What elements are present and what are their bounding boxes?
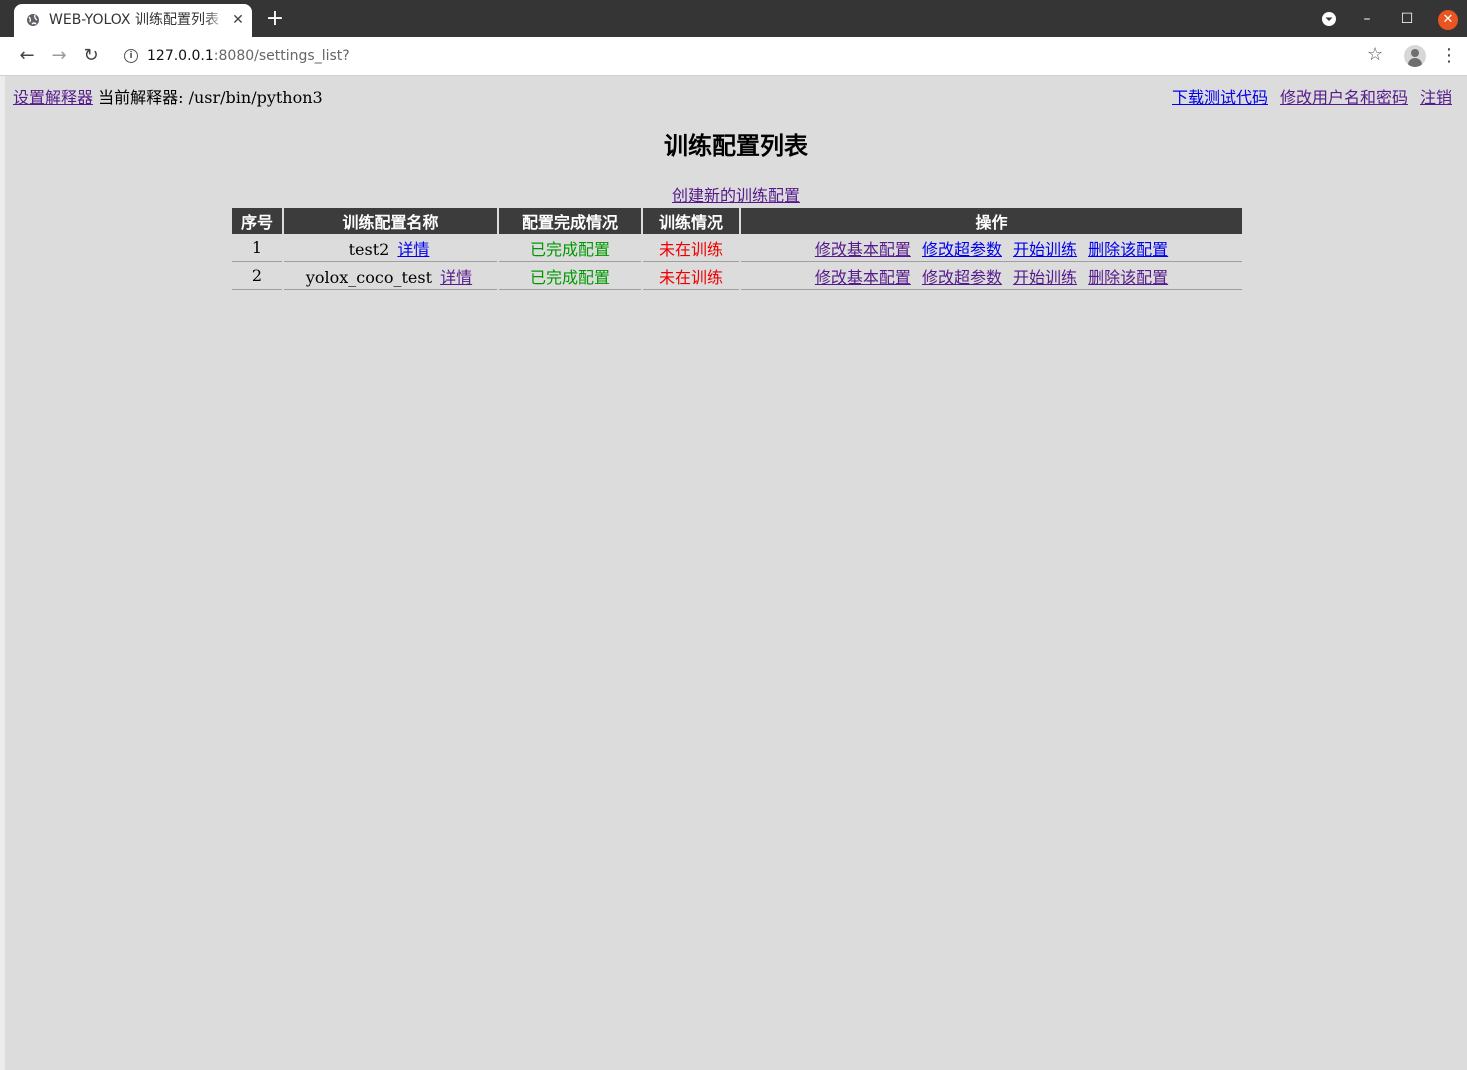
config-status: 已完成配置 bbox=[499, 262, 641, 290]
table-row: 2 yolox_coco_test 详情 已完成配置 未在训练 修改基本配置 修… bbox=[232, 262, 1242, 290]
tab-title-fade bbox=[204, 10, 228, 30]
edit-basic-config-link[interactable]: 修改基本配置 bbox=[815, 240, 911, 259]
close-window-icon[interactable]: ✕ bbox=[1435, 6, 1461, 32]
maximize-icon[interactable]: ☐ bbox=[1394, 6, 1420, 32]
account-links: 下载测试代码 修改用户名和密码 注销 bbox=[1160, 89, 1452, 107]
reload-icon[interactable]: ↻ bbox=[78, 43, 104, 69]
current-interpreter-text: 当前解释器: /usr/bin/python3 bbox=[98, 88, 323, 107]
header-config-status: 配置完成情况 bbox=[499, 208, 641, 234]
config-name-text: yolox_coco_test bbox=[305, 267, 433, 287]
row-index: 2 bbox=[232, 262, 282, 290]
address-bar[interactable]: i 127.0.0.1:8080/settings_list? ☆ bbox=[112, 41, 1394, 71]
tab-search-icon[interactable] bbox=[1316, 6, 1342, 32]
browser-toolbar: ← → ↻ i 127.0.0.1:8080/settings_list? ☆ … bbox=[0, 37, 1467, 76]
url-path: :8080/settings_list? bbox=[213, 48, 350, 64]
row-actions: 修改基本配置 修改超参数 开始训练 删除该配置 bbox=[741, 262, 1242, 290]
page-title: 训练配置列表 bbox=[664, 132, 808, 160]
header-train-status: 训练情况 bbox=[643, 208, 739, 234]
start-training-link[interactable]: 开始训练 bbox=[1013, 240, 1077, 259]
header-index: 序号 bbox=[232, 208, 282, 234]
globe-icon bbox=[27, 14, 39, 26]
header-actions: 操作 bbox=[741, 208, 1242, 234]
delete-config-link[interactable]: 删除该配置 bbox=[1088, 268, 1168, 287]
download-test-code-link[interactable]: 下载测试代码 bbox=[1172, 88, 1268, 107]
create-config-row: 创建新的训练配置 bbox=[5, 187, 1467, 205]
row-actions: 修改基本配置 修改超参数 开始训练 删除该配置 bbox=[741, 234, 1242, 262]
table-header-row: 序号 训练配置名称 配置完成情况 训练情况 操作 bbox=[232, 208, 1242, 234]
minimize-icon[interactable]: – bbox=[1354, 6, 1380, 32]
header-config-name: 训练配置名称 bbox=[284, 208, 497, 234]
url-text[interactable]: 127.0.0.1:8080/settings_list? bbox=[147, 47, 350, 65]
detail-link[interactable]: 详情 bbox=[440, 268, 472, 287]
kebab-menu-icon[interactable]: ⋮ bbox=[1440, 43, 1458, 69]
row-config-name: yolox_coco_test 详情 bbox=[284, 262, 497, 290]
logout-link[interactable]: 注销 bbox=[1420, 88, 1452, 107]
interpreter-bar: 设置解释器 当前解释器: /usr/bin/python3 bbox=[13, 89, 323, 107]
info-icon[interactable]: i bbox=[124, 49, 138, 63]
edit-hyperparams-link[interactable]: 修改超参数 bbox=[922, 268, 1002, 287]
start-training-link[interactable]: 开始训练 bbox=[1013, 268, 1077, 287]
row-index: 1 bbox=[232, 234, 282, 262]
table-row: 1 test2 详情 已完成配置 未在训练 修改基本配置 修改超参数 开始训练 … bbox=[232, 234, 1242, 262]
back-arrow-icon[interactable]: ← bbox=[14, 43, 40, 69]
tab-title: WEB-YOLOX 训练配置列表 bbox=[49, 12, 219, 28]
change-credentials-link[interactable]: 修改用户名和密码 bbox=[1280, 88, 1408, 107]
bookmark-star-icon[interactable]: ☆ bbox=[1367, 44, 1383, 65]
url-host: 127.0.0.1 bbox=[147, 48, 214, 64]
browser-title-bar: WEB-YOLOX 训练配置列表 ✕ + – ☐ ✕ bbox=[0, 0, 1467, 37]
delete-config-link[interactable]: 删除该配置 bbox=[1088, 240, 1168, 259]
create-config-link[interactable]: 创建新的训练配置 bbox=[672, 186, 800, 205]
forward-arrow-icon[interactable]: → bbox=[46, 43, 72, 69]
set-interpreter-link[interactable]: 设置解释器 bbox=[13, 88, 93, 107]
edit-hyperparams-link[interactable]: 修改超参数 bbox=[922, 240, 1002, 259]
config-table: 序号 训练配置名称 配置完成情况 训练情况 操作 1 test2 详情 已完成配… bbox=[230, 208, 1244, 290]
edit-basic-config-link[interactable]: 修改基本配置 bbox=[815, 268, 911, 287]
profile-avatar-icon[interactable] bbox=[1404, 45, 1426, 67]
detail-link[interactable]: 详情 bbox=[397, 240, 429, 259]
train-status: 未在训练 bbox=[643, 262, 739, 290]
page-content: 设置解释器 当前解释器: /usr/bin/python3 下载测试代码 修改用户… bbox=[5, 76, 1467, 1070]
row-config-name: test2 详情 bbox=[284, 234, 497, 262]
tab-close-icon[interactable]: ✕ bbox=[229, 11, 247, 29]
train-status: 未在训练 bbox=[643, 234, 739, 262]
config-name-text: test2 bbox=[348, 239, 390, 259]
new-tab-icon[interactable]: + bbox=[264, 8, 286, 30]
browser-tab[interactable]: WEB-YOLOX 训练配置列表 ✕ bbox=[14, 4, 252, 37]
config-status: 已完成配置 bbox=[499, 234, 641, 262]
